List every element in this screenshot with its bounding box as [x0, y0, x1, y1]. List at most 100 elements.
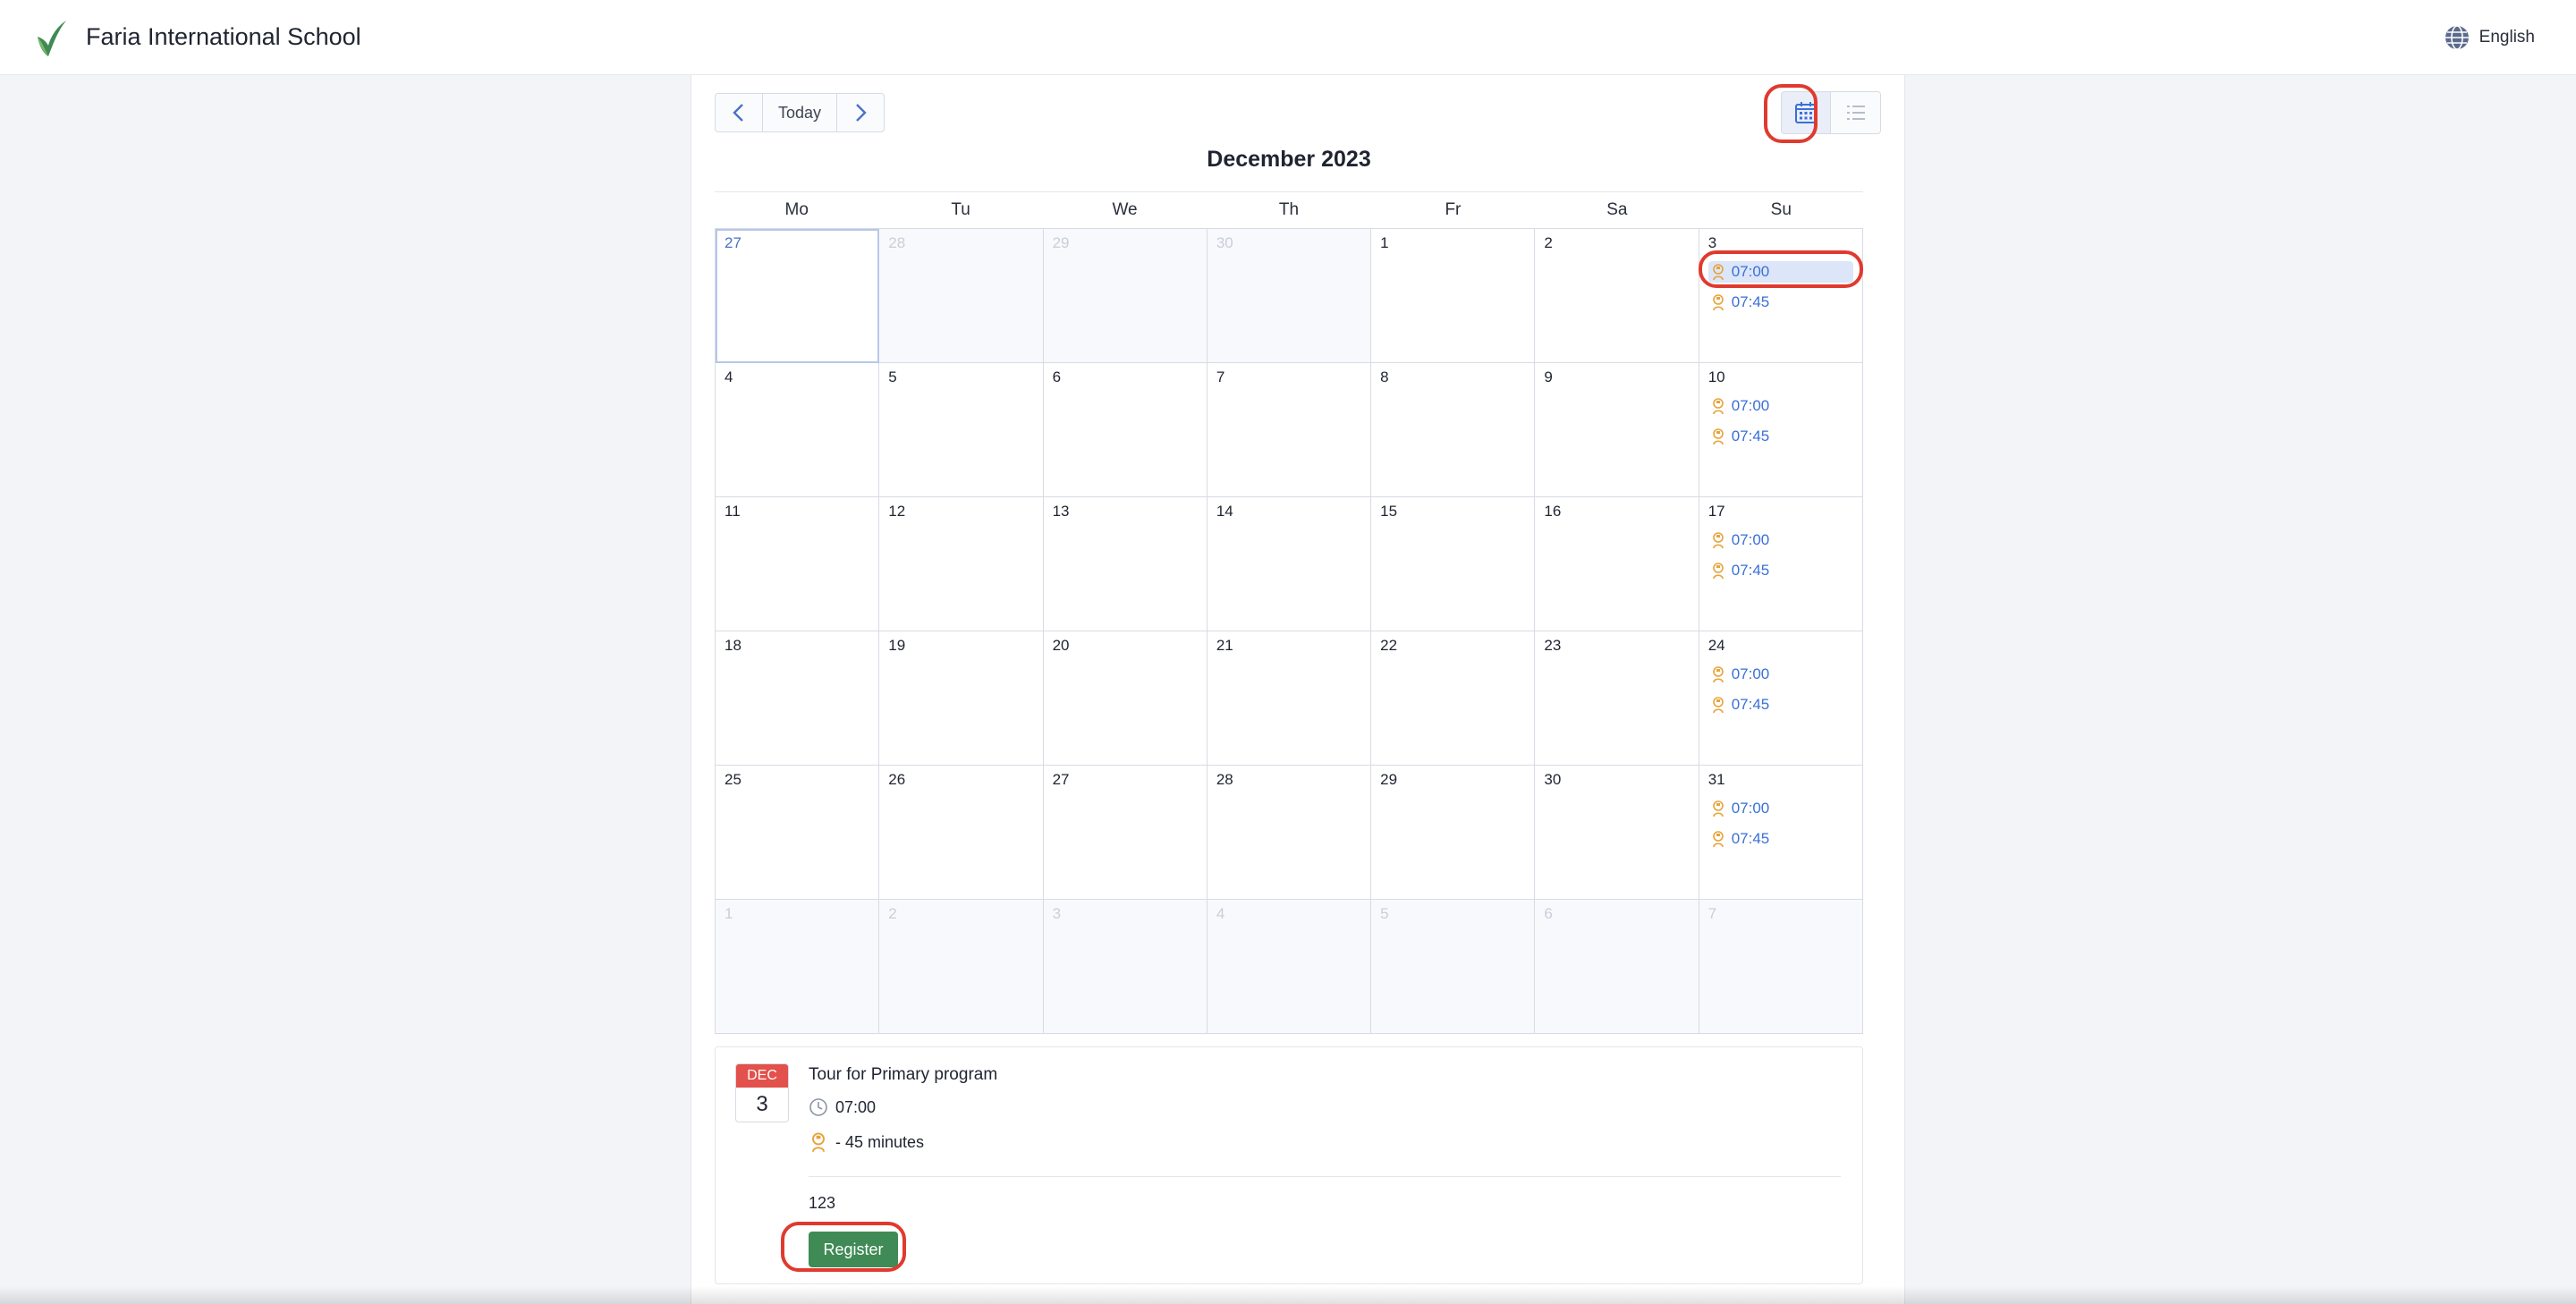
weekday-we: We [1112, 200, 1138, 219]
day-cell[interactable]: 3 07:00 07:45 [1699, 229, 1863, 363]
calendar-grid: 27 28 29 30 1 2 3 07:00 07:45 4 5 6 7 8 9 10 07:00 07:45 1… [715, 229, 1863, 1034]
list-view-button[interactable] [1831, 91, 1881, 134]
day-number: 27 [724, 234, 741, 251]
day-cell[interactable]: 27 [1043, 766, 1208, 900]
day-cell[interactable]: 19 [879, 631, 1044, 766]
leaf-logo-icon [38, 20, 66, 56]
day-number: 23 [1544, 637, 1562, 654]
day-cell[interactable]: 10 07:00 07:45 [1699, 363, 1863, 497]
day-number: 19 [888, 637, 906, 654]
day-number: 26 [888, 771, 906, 788]
day-cell[interactable]: 25 [716, 766, 880, 900]
day-cell[interactable]: 5 [879, 363, 1044, 497]
day-cell[interactable]: 21 [1207, 631, 1372, 766]
day-cell[interactable]: 7 [1699, 900, 1863, 1034]
day-cell[interactable]: 2 [879, 900, 1044, 1034]
event-slot[interactable]: 07:00 [1708, 529, 1853, 551]
tour-guide-icon [1712, 831, 1724, 848]
day-number: 15 [1380, 503, 1398, 520]
weekday-mo: Mo [784, 200, 809, 219]
tour-guide-icon [1712, 697, 1724, 714]
day-cell[interactable]: 20 [1043, 631, 1208, 766]
day-number: 8 [1380, 368, 1389, 385]
day-cell[interactable]: 22 [1371, 631, 1536, 766]
day-number: 1 [1380, 234, 1389, 251]
event-description: 123 [809, 1194, 836, 1212]
day-number: 3 [1707, 234, 1717, 251]
day-cell[interactable]: 29 [1043, 229, 1208, 363]
day-cell[interactable]: 24 07:00 07:45 [1699, 631, 1863, 766]
register-button[interactable]: Register [809, 1232, 898, 1267]
event-slot-time: 07:00 [1731, 397, 1770, 414]
day-cell[interactable]: 26 [879, 766, 1044, 900]
event-slot[interactable]: 07:00 [1707, 261, 1853, 283]
day-cell[interactable]: 15 [1371, 497, 1536, 631]
details-divider [809, 1176, 1841, 1177]
event-slot[interactable]: 07:00 [1708, 395, 1853, 417]
day-cell[interactable]: 6 [1535, 900, 1699, 1034]
weekday-fr: Fr [1445, 200, 1462, 219]
event-duration: - 45 minutes [835, 1132, 925, 1151]
today-button[interactable]: Today [763, 93, 836, 132]
day-cell[interactable]: 30 [1535, 766, 1699, 900]
calendar-view-button[interactable] [1781, 91, 1831, 134]
day-cell[interactable]: 1 [1371, 229, 1536, 363]
event-slot[interactable]: 07:45 [1708, 828, 1853, 850]
day-cell[interactable]: 16 [1535, 497, 1699, 631]
date-badge-month: DEC [736, 1064, 788, 1088]
event-slot[interactable]: 07:45 [1708, 560, 1853, 581]
day-cell[interactable]: 23 [1535, 631, 1699, 766]
day-cell[interactable]: 1 [716, 900, 880, 1034]
day-cell[interactable]: 4 [716, 363, 880, 497]
brand[interactable]: Faria International School [30, 17, 361, 58]
day-cell[interactable]: 30 [1207, 229, 1372, 363]
day-cell[interactable]: 31 07:00 07:45 [1699, 766, 1863, 900]
day-cell[interactable]: 17 07:00 07:45 [1699, 497, 1863, 631]
day-number: 24 [1707, 637, 1725, 654]
day-cell[interactable]: 28 [879, 229, 1044, 363]
day-cell[interactable]: 12 [879, 497, 1044, 631]
event-slot[interactable]: 07:45 [1708, 694, 1853, 716]
day-cell[interactable]: 6 [1043, 363, 1208, 497]
next-month-button[interactable] [836, 93, 885, 132]
day-cell[interactable]: 14 [1207, 497, 1372, 631]
event-slot-time: 07:00 [1731, 531, 1770, 548]
language-selector[interactable]: English [2444, 24, 2535, 51]
day-cell[interactable]: 3 [1043, 900, 1208, 1034]
event-slot[interactable]: 07:00 [1708, 664, 1853, 685]
day-number: 10 [1707, 368, 1725, 385]
school-name: Faria International School [86, 23, 361, 50]
event-slot-time: 07:45 [1731, 293, 1770, 310]
day-cell[interactable]: 13 [1043, 497, 1208, 631]
calendar-nav: Today [715, 93, 885, 132]
day-number: 1 [724, 905, 733, 922]
day-cell[interactable]: 28 [1207, 766, 1372, 900]
day-number: 5 [1380, 905, 1389, 922]
prev-month-button[interactable] [715, 93, 763, 132]
weekday-th: Th [1278, 200, 1300, 219]
day-cell[interactable]: 9 [1535, 363, 1699, 497]
weekday-tu: Tu [951, 200, 970, 219]
day-number: 22 [1380, 637, 1398, 654]
day-cell[interactable]: 5 [1371, 900, 1536, 1034]
day-number: 3 [1052, 905, 1062, 922]
event-time-row: 07:00 [809, 1097, 876, 1117]
event-slot[interactable]: 07:45 [1708, 292, 1853, 313]
day-cell[interactable]: 29 [1371, 766, 1536, 900]
event-slot[interactable]: 07:00 [1708, 798, 1853, 819]
day-cell[interactable]: 11 [716, 497, 880, 631]
day-number: 29 [1380, 771, 1398, 788]
day-cell[interactable]: 4 [1207, 900, 1372, 1034]
day-number: 12 [888, 503, 906, 520]
weekday-sa: Sa [1606, 200, 1628, 219]
event-title: Tour for Primary program [809, 1065, 998, 1084]
day-cell[interactable]: 27 [716, 229, 880, 363]
event-slot[interactable]: 07:45 [1708, 426, 1853, 447]
view-toggle [1781, 91, 1881, 134]
day-cell[interactable]: 18 [716, 631, 880, 766]
day-cell[interactable]: 8 [1371, 363, 1536, 497]
day-cell[interactable]: 2 [1535, 229, 1699, 363]
chevron-left-icon [733, 104, 743, 122]
day-number: 13 [1052, 503, 1070, 520]
day-cell[interactable]: 7 [1207, 363, 1372, 497]
